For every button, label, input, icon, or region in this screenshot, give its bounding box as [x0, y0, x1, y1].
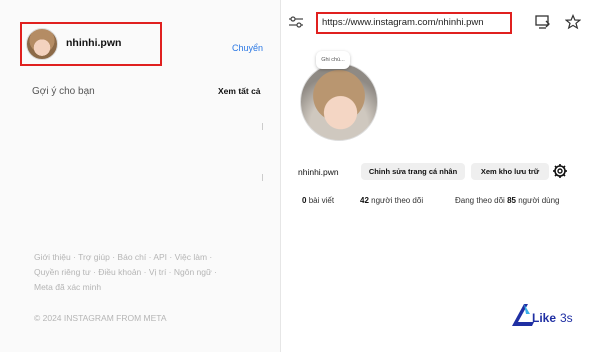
following-label: người dùng [518, 196, 560, 205]
tune-icon[interactable] [288, 15, 304, 29]
footer-line[interactable]: Quyền riêng tư · Điều khoản · Vị trí · N… [34, 265, 269, 280]
following-stat[interactable]: Đang theo dõi 85 người dùng [455, 196, 560, 205]
account-username[interactable]: nhinhi.pwn [66, 37, 121, 49]
followers-label: người theo dõi [371, 196, 424, 205]
followers-count: 42 [360, 196, 369, 205]
posts-stat: 0 bài viết [302, 196, 334, 205]
following-prefix: Đang theo dõi [455, 196, 505, 205]
divider-mark [262, 174, 263, 181]
footer-line[interactable]: Giới thiệu · Trợ giúp · Báo chí · API · … [34, 250, 269, 265]
gear-icon[interactable] [552, 163, 568, 179]
note-bubble[interactable]: Ghi chú... [316, 51, 350, 69]
followers-stat[interactable]: 42 người theo dõi [360, 196, 423, 205]
copyright-text: © 2024 INSTAGRAM FROM META [34, 313, 167, 323]
edit-profile-button[interactable]: Chỉnh sửa trang cá nhân [361, 163, 465, 180]
profile-username: nhinhi.pwn [298, 167, 339, 177]
see-all-link[interactable]: Xem tất cả [218, 86, 261, 96]
divider-mark [262, 123, 263, 130]
like3s-logo: Like 3s [512, 304, 573, 326]
star-icon[interactable] [565, 14, 581, 30]
view-archive-button[interactable]: Xem kho lưu trữ [471, 163, 549, 180]
sidebar-panel: nhinhi.pwn Chuyển Gợi ý cho bạn Xem tất … [0, 0, 280, 352]
footer-line[interactable]: Meta đã xác minh [34, 280, 269, 295]
address-bar[interactable]: https://www.instagram.com/nhinhi.pwn [316, 12, 512, 34]
suggestions-title: Gợi ý cho bạn [32, 86, 95, 97]
profile-avatar[interactable] [300, 63, 378, 141]
svg-text:3s: 3s [560, 311, 573, 325]
account-avatar[interactable] [26, 28, 58, 60]
switch-account-link[interactable]: Chuyển [232, 43, 263, 53]
footer-links: Giới thiệu · Trợ giúp · Báo chí · API · … [34, 250, 269, 295]
svg-text:Like: Like [532, 311, 556, 325]
install-icon[interactable] [535, 15, 551, 30]
posts-count: 0 [302, 196, 307, 205]
following-count: 85 [507, 196, 516, 205]
posts-label: bài viết [308, 196, 335, 205]
